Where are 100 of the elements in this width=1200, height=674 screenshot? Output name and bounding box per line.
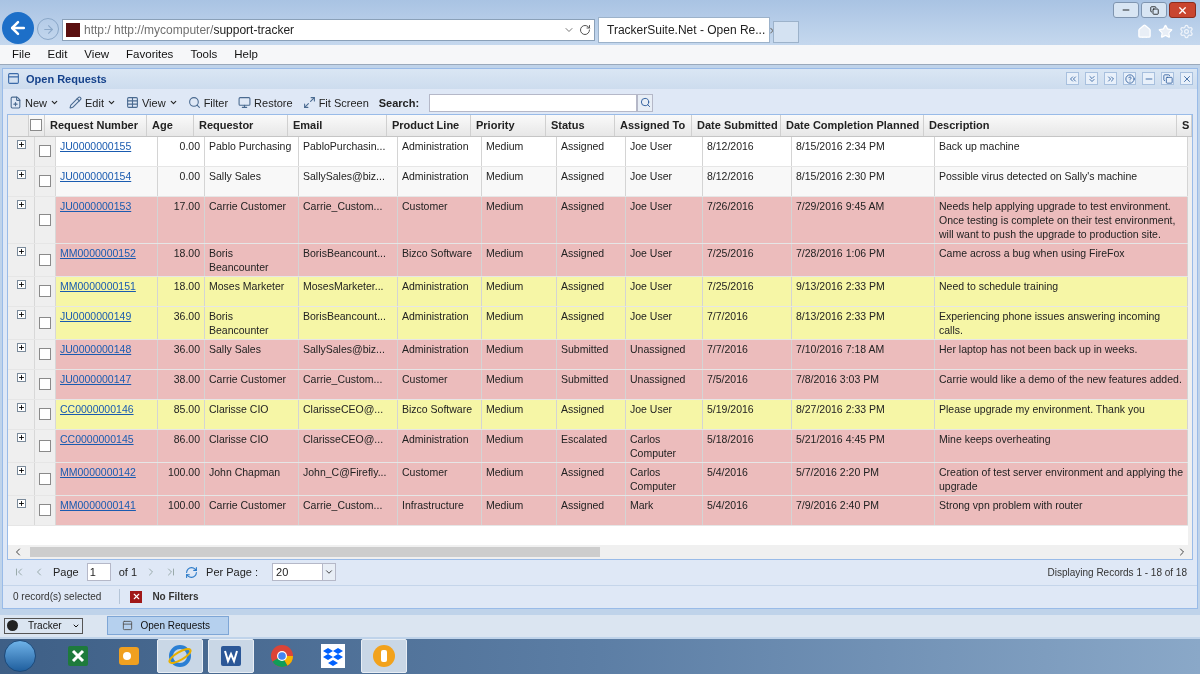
- taskbar-app-button[interactable]: [208, 639, 254, 674]
- row-checkbox[interactable]: [39, 439, 51, 452]
- request-link[interactable]: JU0000000155: [60, 139, 132, 152]
- clear-filter-icon[interactable]: [130, 590, 143, 603]
- request-link[interactable]: JU0000000153: [60, 199, 132, 212]
- table-row[interactable]: MM0000000152 18.00 Boris Beancounter BorisBeancount... Bizco Software Medium Assigned Joe User 7/25/2016 7/28/2016 1:06 PM Came across a bug when using FireFox: [56, 243, 1188, 276]
- toolbar-button[interactable]: View: [126, 94, 178, 112]
- restore-icon[interactable]: [1161, 72, 1174, 86]
- request-link[interactable]: MM0000000152: [60, 246, 136, 259]
- start-orb-icon[interactable]: [4, 640, 36, 673]
- request-link[interactable]: MM0000000141: [60, 498, 136, 511]
- app-menu-dropdown[interactable]: Tracker: [4, 617, 83, 634]
- row-checkbox[interactable]: [39, 504, 51, 517]
- table-row[interactable]: JU0000000149 36.00 Boris Beancounter BorisBeancount... Administration Medium Assigned Joe User 7/7/2016 8/13/2016 2:33 PM Experiencing phone issues answering incoming calls.: [56, 306, 1188, 339]
- request-link[interactable]: JU0000000148: [60, 342, 132, 355]
- search-field[interactable]: [429, 93, 638, 112]
- table-row[interactable]: MM0000000151 18.00 Moses Marketer MosesMarketer... Administration Medium Assigned Joe User 7/25/2016 9/13/2016 2:33 PM Need to schedule training: [56, 276, 1188, 306]
- box-app-icon[interactable]: [320, 643, 346, 670]
- row-checkbox[interactable]: [39, 213, 51, 226]
- column-header[interactable]: Date Completion Planned: [786, 117, 920, 134]
- request-link[interactable]: CC0000000146: [60, 402, 134, 415]
- toolbar-button[interactable]: Restore: [238, 94, 293, 112]
- expand-row-icon[interactable]: [16, 169, 26, 179]
- expand-row-icon[interactable]: [16, 309, 26, 319]
- row-checkbox[interactable]: [39, 175, 51, 188]
- toolbar-button[interactable]: Filter: [187, 94, 229, 112]
- row-checkbox[interactable]: [39, 378, 51, 391]
- favorites-star-icon[interactable]: [1158, 24, 1173, 39]
- close-button[interactable]: [1169, 2, 1196, 18]
- refresh-icon[interactable]: [579, 24, 591, 37]
- collapse-down-icon[interactable]: [1085, 72, 1098, 86]
- column-header[interactable]: Status: [551, 117, 585, 134]
- column-header[interactable]: Date Submitted: [697, 117, 778, 134]
- table-row[interactable]: JU0000000147 38.00 Carrie Customer Carrie_Custom... Customer Medium Submitted Unassigned 7/5/2016 7/8/2016 3:03 PM Carrie would like a demo of the new features added.: [56, 369, 1188, 399]
- expand-row-icon[interactable]: [16, 498, 26, 508]
- menu-item[interactable]: Edit: [47, 46, 68, 64]
- column-header[interactable]: Age: [152, 117, 173, 134]
- request-link[interactable]: MM0000000151: [60, 279, 136, 292]
- row-checkbox[interactable]: [39, 348, 51, 361]
- column-header[interactable]: Priority: [476, 117, 515, 134]
- column-header[interactable]: Product Line: [392, 117, 460, 134]
- refresh-icon[interactable]: [185, 565, 199, 579]
- menu-item[interactable]: Help: [234, 46, 258, 64]
- back-button[interactable]: [2, 12, 34, 45]
- taskbar-app-button[interactable]: [157, 639, 203, 674]
- request-link[interactable]: JU0000000154: [60, 169, 132, 182]
- toolbar-button[interactable]: Edit: [69, 94, 116, 112]
- expand-row-icon[interactable]: [16, 279, 26, 289]
- table-row[interactable]: CC0000000146 85.00 Clarisse CIO ClarisseCEO@... Bizco Software Medium Assigned Joe User 5/19/2016 8/27/2016 2:33 PM Please upgrade my environment. Thank you: [56, 399, 1188, 429]
- horizontal-scrollbar[interactable]: [8, 544, 1192, 559]
- menu-item[interactable]: File: [12, 46, 31, 64]
- browser-app-icon[interactable]: [167, 643, 193, 670]
- first-page-icon[interactable]: [13, 566, 25, 579]
- search-button[interactable]: [637, 93, 654, 112]
- restore-button[interactable]: [1141, 2, 1167, 18]
- row-checkbox[interactable]: [39, 285, 51, 298]
- menu-item[interactable]: View: [84, 46, 110, 64]
- table-row[interactable]: JU0000000148 36.00 Sally Sales SallySales@biz... Administration Medium Submitted Unassigned 7/7/2016 7/10/2016 7:18 AM Her laptop has not been back up in weeks.: [56, 339, 1188, 369]
- column-header[interactable]: Description: [929, 117, 990, 134]
- open-window-button[interactable]: Open Requests: [106, 616, 229, 636]
- expand-row-icon[interactable]: [16, 465, 26, 475]
- column-header[interactable]: Email: [293, 117, 323, 134]
- table-row[interactable]: [56, 196, 1188, 243]
- taskbar-app-button[interactable]: [361, 639, 407, 674]
- minimize-icon[interactable]: [1142, 72, 1155, 86]
- expand-row-icon[interactable]: [16, 139, 26, 149]
- expand-row-icon[interactable]: [16, 246, 26, 256]
- address-bar[interactable]: http:/ http://mycomputer/support-tracker: [62, 19, 595, 42]
- row-checkbox[interactable]: [39, 316, 51, 329]
- expand-row-icon[interactable]: [16, 342, 26, 352]
- select-all-checkbox[interactable]: [30, 119, 43, 132]
- column-header[interactable]: Assigned To: [620, 117, 686, 134]
- help-icon[interactable]: [1123, 72, 1136, 86]
- request-link[interactable]: CC0000000145: [60, 432, 134, 445]
- table-row[interactable]: JU0000000154 0.00 Sally Sales SallySales@biz... Administration Medium Assigned Joe User 8/12/2016 8/15/2016 2:30 PM Possible virus detected on Sally's machine: [56, 166, 1188, 196]
- scrollbar-thumb[interactable]: [30, 546, 600, 557]
- minimize-button[interactable]: [1113, 2, 1139, 18]
- expand-right-icon[interactable]: [1104, 72, 1117, 86]
- table-row[interactable]: CC0000000145 86.00 Clarisse CIO ClarisseCEO@... Administration Medium Escalated Carlos Computer 5/18/2016 5/21/2016 4:45 PM Mine keeps overheating: [56, 429, 1188, 462]
- request-link[interactable]: JU0000000147: [60, 372, 132, 385]
- expand-row-icon[interactable]: [16, 402, 26, 412]
- menu-item[interactable]: Tools: [190, 46, 218, 64]
- expand-row-icon[interactable]: [16, 372, 26, 382]
- page-field[interactable]: 1: [86, 563, 111, 582]
- toolbar-button[interactable]: New: [9, 94, 59, 112]
- column-header[interactable]: Request Number: [50, 117, 139, 134]
- row-checkbox[interactable]: [39, 145, 51, 158]
- column-header[interactable]: S: [1182, 117, 1190, 134]
- menu-item[interactable]: Favorites: [126, 46, 174, 64]
- toolbar-button[interactable]: Fit Screen: [302, 94, 369, 112]
- per-page-select[interactable]: 20: [272, 563, 337, 582]
- row-checkbox[interactable]: [39, 408, 51, 421]
- row-checkbox[interactable]: [39, 253, 51, 266]
- request-link[interactable]: MM0000000142: [60, 465, 136, 478]
- collapse-left-icon[interactable]: [1066, 72, 1079, 86]
- table-row[interactable]: MM0000000141 100.00 Carrie Customer Carrie_Custom... Infrastructure Medium Assigned Mark 5/4/2016 7/9/2016 2:40 PM Strong vpn problem with router: [56, 495, 1188, 525]
- row-checkbox[interactable]: [39, 472, 51, 485]
- request-link[interactable]: JU0000000149: [60, 309, 132, 322]
- expand-row-icon[interactable]: [16, 432, 26, 442]
- column-header[interactable]: Requestor: [199, 117, 254, 134]
